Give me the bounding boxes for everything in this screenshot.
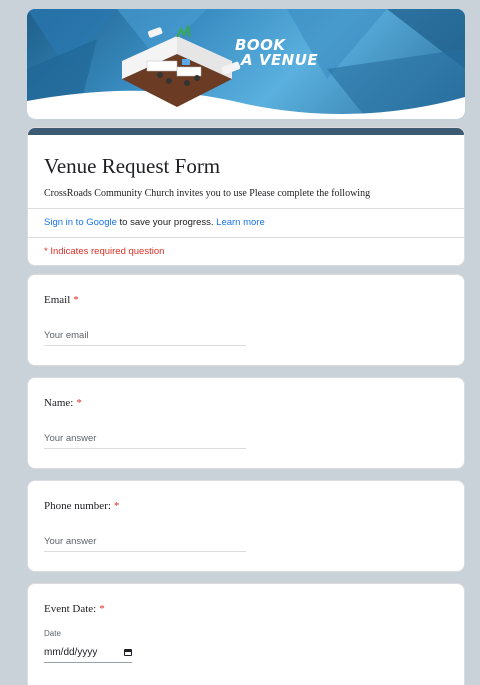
form-description: CrossRoads Community Church invites you …: [44, 188, 371, 199]
question-name: Name: * Your answer: [27, 377, 465, 469]
accent-bar: [28, 128, 464, 135]
question-label: Event Date: *: [44, 603, 105, 615]
signin-text: to save your progress.: [116, 217, 217, 228]
question-label-text: Phone number:: [44, 500, 111, 512]
date-input[interactable]: mm/dd/yyyy: [44, 647, 132, 663]
header-banner: BOOK A VENUE: [27, 9, 465, 119]
signin-row: Sign in to Google to save your progress.…: [28, 209, 464, 237]
question-label: Phone number: *: [44, 500, 119, 512]
required-note: * Indicates required question: [44, 246, 165, 257]
name-input[interactable]: Your answer: [44, 433, 246, 449]
banner-line-2: A VENUE: [241, 51, 319, 69]
date-placeholder: mm/dd/yyyy: [44, 647, 98, 658]
phone-input[interactable]: Your answer: [44, 536, 246, 552]
form-title: Venue Request Form: [44, 154, 221, 178]
question-label: Email *: [44, 294, 79, 306]
required-asterisk: *: [73, 294, 79, 306]
required-asterisk: *: [99, 603, 105, 615]
question-label-text: Name:: [44, 397, 74, 409]
date-sublabel: Date: [44, 629, 61, 638]
signin-link[interactable]: Sign in to Google: [44, 217, 117, 228]
form-header-card: Venue Request Form CrossRoads Community …: [27, 127, 465, 266]
question-label-text: Event Date:: [44, 603, 97, 615]
question-event-date: Event Date: * Date mm/dd/yyyy: [27, 583, 465, 685]
question-email: Email * Your email: [27, 274, 465, 366]
required-asterisk: *: [113, 500, 120, 512]
banner-title: BOOK A VENUE: [235, 38, 318, 68]
question-label: Name: *: [44, 397, 82, 409]
calendar-icon[interactable]: [124, 649, 132, 656]
email-input[interactable]: Your email: [44, 330, 246, 346]
question-phone: Phone number: * Your answer: [27, 480, 465, 572]
learn-more-link[interactable]: Learn more: [216, 217, 265, 228]
required-asterisk: *: [76, 397, 82, 409]
question-label-text: Email: [44, 294, 71, 306]
